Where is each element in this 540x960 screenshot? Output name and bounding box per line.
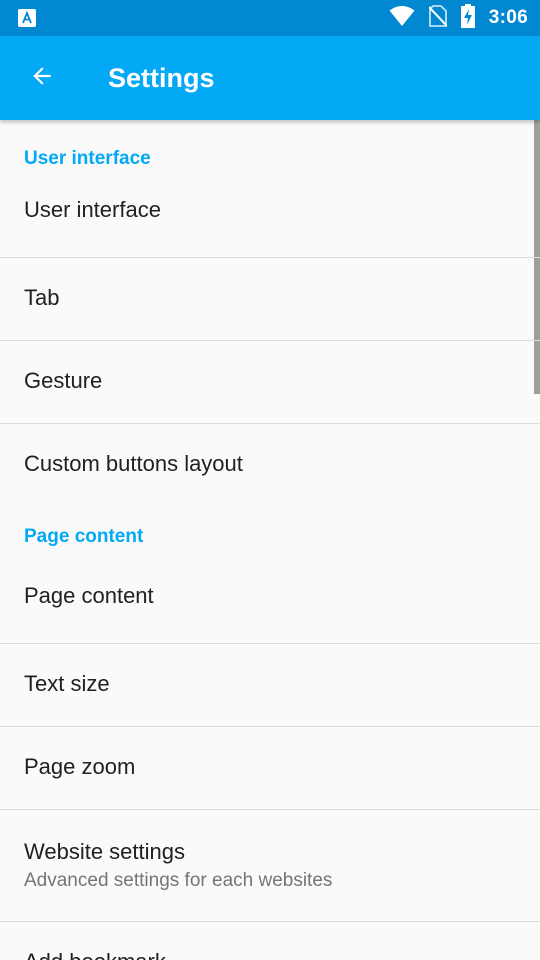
pref-title: Custom buttons layout	[24, 451, 243, 476]
status-time: 3:06	[488, 7, 528, 28]
status-bar: 3:06	[0, 0, 540, 36]
pref-page-content[interactable]: Page content	[0, 583, 540, 643]
pref-title: Add bookmark	[24, 946, 540, 960]
pref-user-interface[interactable]: User interface	[0, 197, 540, 257]
status-icons: 3:06	[389, 0, 528, 36]
battery-charging-icon	[460, 3, 475, 33]
pref-title: Text size	[24, 671, 110, 696]
no-sim-icon	[428, 4, 448, 32]
wifi-icon	[389, 5, 415, 32]
arrow-back-icon	[29, 63, 55, 94]
pref-title: Page content	[24, 583, 154, 608]
pref-title: Tab	[24, 285, 60, 310]
pref-add-bookmark[interactable]: Add bookmark	[0, 921, 540, 960]
notification-a-icon	[18, 9, 36, 32]
pref-title: Website settings	[24, 839, 186, 864]
pref-title: Page zoom	[24, 754, 136, 779]
pref-page-zoom[interactable]: Page zoom	[0, 726, 540, 809]
page-title: Settings	[108, 63, 215, 93]
category-header-page-content: Page content	[0, 506, 540, 586]
category-header-label: Page content	[24, 526, 144, 547]
category-header-user-interface: User interface	[0, 120, 540, 200]
pref-title: User interface	[24, 197, 161, 222]
pref-website-settings[interactable]: Website settings Advanced settings for e…	[0, 809, 540, 921]
settings-list[interactable]: User interface User interface Tab Gestur…	[0, 120, 540, 960]
app-bar: Settings	[0, 36, 540, 120]
pref-summary: Advanced settings for each websites	[24, 870, 333, 891]
pref-title: Gesture	[24, 368, 103, 393]
back-button[interactable]	[20, 56, 64, 100]
pref-custom-buttons-layout[interactable]: Custom buttons layout	[0, 423, 540, 506]
pref-tab[interactable]: Tab	[0, 257, 540, 340]
pref-gesture[interactable]: Gesture	[0, 340, 540, 423]
pref-text-size[interactable]: Text size	[0, 643, 540, 726]
category-header-label: User interface	[24, 148, 151, 169]
